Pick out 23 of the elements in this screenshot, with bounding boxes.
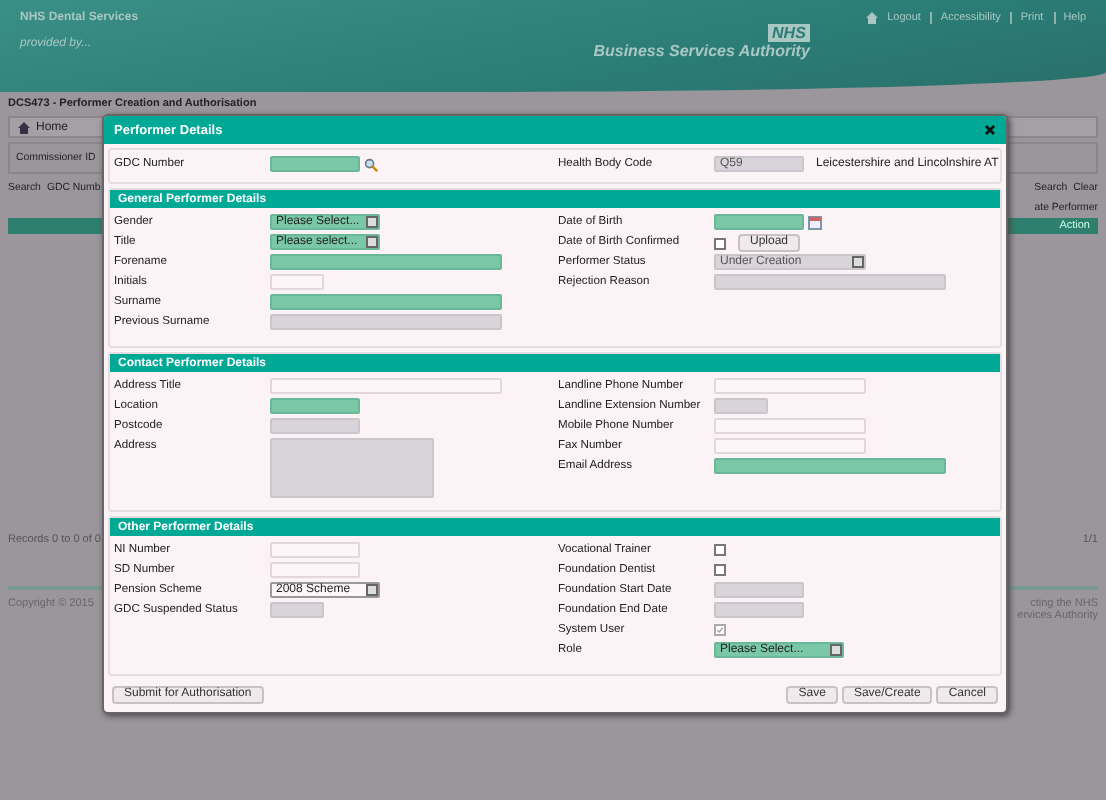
date-field[interactable] [714, 214, 804, 230]
checkbox[interactable] [714, 564, 726, 576]
checkbox[interactable] [714, 237, 726, 249]
calendar-icon[interactable] [808, 215, 822, 229]
text-field[interactable] [270, 398, 360, 414]
text-field[interactable] [270, 156, 360, 172]
checkbox[interactable] [714, 544, 726, 556]
search-icon[interactable] [364, 157, 378, 171]
close-icon[interactable] [984, 124, 996, 136]
text-field[interactable] [714, 458, 946, 474]
nhs-logo: NHS [768, 24, 810, 42]
authority-name: Business Services Authority [593, 42, 810, 60]
text-field[interactable] [270, 294, 502, 310]
text-field[interactable] [714, 438, 866, 454]
text-field[interactable] [270, 542, 360, 558]
home-icon[interactable] [18, 121, 30, 133]
text-field[interactable] [714, 418, 866, 434]
text-field[interactable] [714, 378, 866, 394]
text-field[interactable] [270, 562, 360, 578]
text-field[interactable] [270, 274, 324, 290]
text-field[interactable] [270, 254, 502, 270]
text-field[interactable] [270, 378, 502, 394]
home-icon[interactable] [865, 12, 878, 24]
